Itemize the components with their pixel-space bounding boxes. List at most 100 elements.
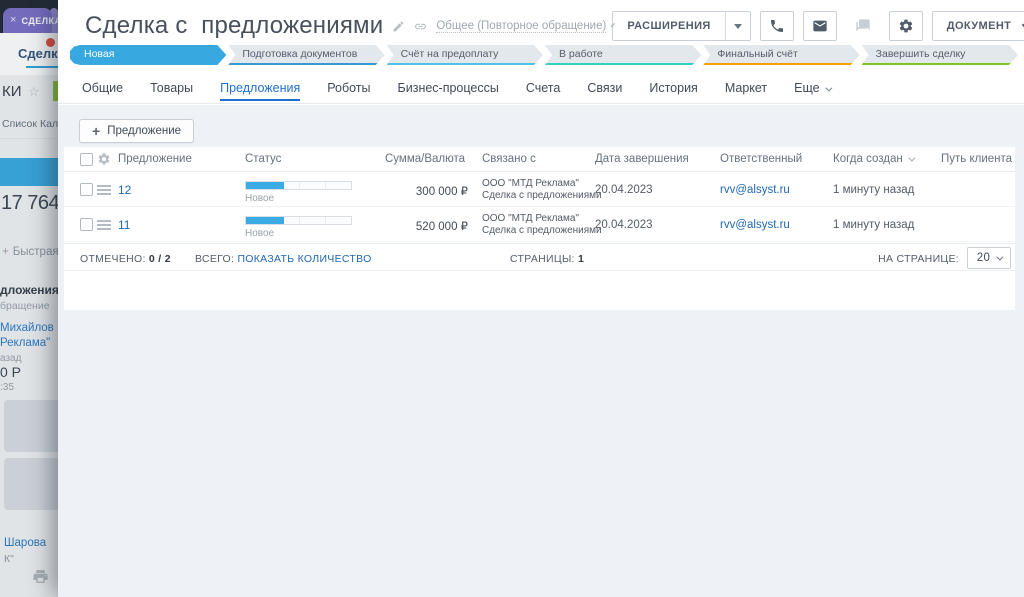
stage-new[interactable]: Новая [70,45,226,65]
table-row[interactable]: 11 Новое 520 000 ₽ ООО "МТД Реклама"Сдел… [64,207,1015,242]
column-header-offer[interactable]: Предложение [118,153,192,165]
created-cell: 1 минуту назад [833,219,914,231]
star-icon[interactable]: ☆ [28,84,40,100]
related-company: ООО "МТД Реклама" [482,213,579,224]
status-label: Новое [245,193,274,204]
select-all-checkbox[interactable] [80,153,93,166]
deal-stage-bar: Новая Подготовка документов Счёт на пред… [70,45,1020,65]
chat-button[interactable] [846,11,880,41]
kanban-card-subtitle-fragment: бращение [0,300,50,312]
grid-settings-gear-icon[interactable] [97,152,111,166]
column-header-client-path[interactable]: Путь клиента [941,153,1012,165]
stage-in-progress[interactable]: В работе [545,45,701,65]
document-button[interactable]: ДОКУМЕНТ [932,11,1024,41]
kanban-card-company-link[interactable]: Реклама" [0,337,50,349]
page-title: Сделка с предложениями [85,12,383,40]
tab-offers[interactable]: Предложения [220,74,300,104]
pages-counter: СТРАНИЦЫ: 1 [510,253,584,265]
row-checkbox[interactable] [80,218,93,231]
total-label: ВСЕГО: [195,253,234,265]
close-date-cell: 20.04.2023 [595,219,653,231]
total-counter: ВСЕГО: ПОКАЗАТЬ КОЛИЧЕСТВО [195,253,372,265]
plus-icon [2,246,13,258]
tab-market[interactable]: Маркет [725,74,767,104]
screen: × СДЕЛКА Сделки КИ ☆ Список Кал 17 764 Б… [0,0,1024,597]
created-cell: 1 минуту назад [833,184,914,196]
detail-tabs: Общие Товары Предложения Роботы Бизнес-п… [58,74,1024,104]
column-header-related[interactable]: Связано с [482,153,536,165]
extensions-dropdown-toggle[interactable] [726,20,750,33]
envelope-icon [812,18,828,34]
responsible-link[interactable]: rvv@alsyst.ru [720,184,790,196]
email-button[interactable] [803,11,837,41]
column-header-amount[interactable]: Сумма/Валюта [385,153,465,165]
edit-icon[interactable] [392,20,405,33]
tab-history[interactable]: История [649,74,697,104]
window-tab-deal[interactable]: × СДЕЛКА [3,8,52,33]
tab-products[interactable]: Товары [150,74,193,104]
settings-button[interactable] [889,11,923,41]
tab-business-processes[interactable]: Бизнес-процессы [398,74,499,104]
offer-id-link[interactable]: 12 [118,183,131,197]
checked-label: ОТМЕЧЕНО: [80,253,146,265]
printer-icon[interactable] [32,568,49,585]
nav-item-deals[interactable]: Сделки [18,46,58,61]
row-checkbox[interactable] [80,183,93,196]
column-header-responsible[interactable]: Ответственный [720,153,802,165]
kanban-card-time2-fragment: :35 [0,382,14,393]
quick-add-label: Быстрая [13,246,58,258]
category-selector[interactable]: Общее (Повторное обращение) [436,20,606,33]
column-header-created[interactable]: Когда создан [833,153,913,165]
column-header-status[interactable]: Статус [245,153,281,165]
row-menu-icon[interactable] [97,185,111,195]
view-tab-list[interactable]: Список [2,118,37,130]
kanban-card-placeholder [4,458,58,510]
background-page-strip: × СДЕЛКА Сделки КИ ☆ Список Кал 17 764 Б… [0,0,58,597]
stage-label: Завершить сделку [876,48,966,60]
kanban-column-total: 17 764 [1,192,58,215]
row-menu-icon[interactable] [97,220,111,230]
stage-prepayment-invoice[interactable]: Счёт на предоплату [387,45,543,65]
tab-general[interactable]: Общие [82,74,123,104]
table-row[interactable]: 12 Новое 300 000 ₽ ООО "МТД Реклама"Сдел… [64,172,1015,207]
responsible-link[interactable]: rvv@alsyst.ru [720,219,790,231]
status-progress-bar [245,216,352,225]
stage-label: Счёт на предоплату [401,48,499,60]
tab-robots[interactable]: Роботы [327,74,370,104]
toolbar: РАСШИРЕНИЯ ДОКУМЕНТ [612,11,1024,41]
tab-more-label: Еще [794,81,819,95]
per-page-select[interactable]: 20 [967,247,1011,269]
checked-value: 0 / 2 [149,253,171,265]
extensions-button[interactable]: РАСШИРЕНИЯ [612,11,750,41]
close-icon[interactable]: × [10,15,16,26]
kanban-card-contact-link[interactable]: Михайлов [0,322,54,334]
column-header-close-date[interactable]: Дата завершения [595,153,689,165]
add-offer-label: Предложение [107,125,181,137]
show-count-link[interactable]: ПОКАЗАТЬ КОЛИЧЕСТВО [237,253,371,265]
kanban-card-time-fragment: азад [0,353,21,364]
chat-icon [855,18,871,34]
amount-cell: 520 000 ₽ [354,219,468,233]
link-icon[interactable] [414,20,427,33]
tab-invoices[interactable]: Счета [526,74,560,104]
call-button[interactable] [760,11,794,41]
checked-counter: ОТМЕЧЕНО: 0 / 2 [80,253,171,265]
add-offer-button[interactable]: Предложение [79,119,194,143]
view-tab-calendar[interactable]: Кал [40,118,58,130]
stage-documents[interactable]: Подготовка документов [228,45,384,65]
kanban-card-placeholder [4,400,58,452]
sort-chevron-icon [908,155,915,162]
kanban-card2-contact-link[interactable]: Шарова [4,537,46,549]
gear-icon [898,18,914,34]
table-footer: ОТМЕЧЕНО: 0 / 2 ВСЕГО: ПОКАЗАТЬ КОЛИЧЕСТ… [64,243,1015,271]
offer-id-link[interactable]: 11 [118,218,130,232]
stage-label: Новая [84,48,114,60]
stage-final-invoice[interactable]: Финальный счёт [703,45,859,65]
nav-active-underline [26,66,58,68]
stage-close-deal[interactable]: Завершить сделку [862,45,1018,65]
quick-add-link[interactable]: Быстрая [2,246,58,258]
status-label: Новое [245,228,274,239]
tab-relations[interactable]: Связи [587,74,622,104]
tab-more[interactable]: Еще [794,74,829,104]
phone-icon [769,18,785,34]
